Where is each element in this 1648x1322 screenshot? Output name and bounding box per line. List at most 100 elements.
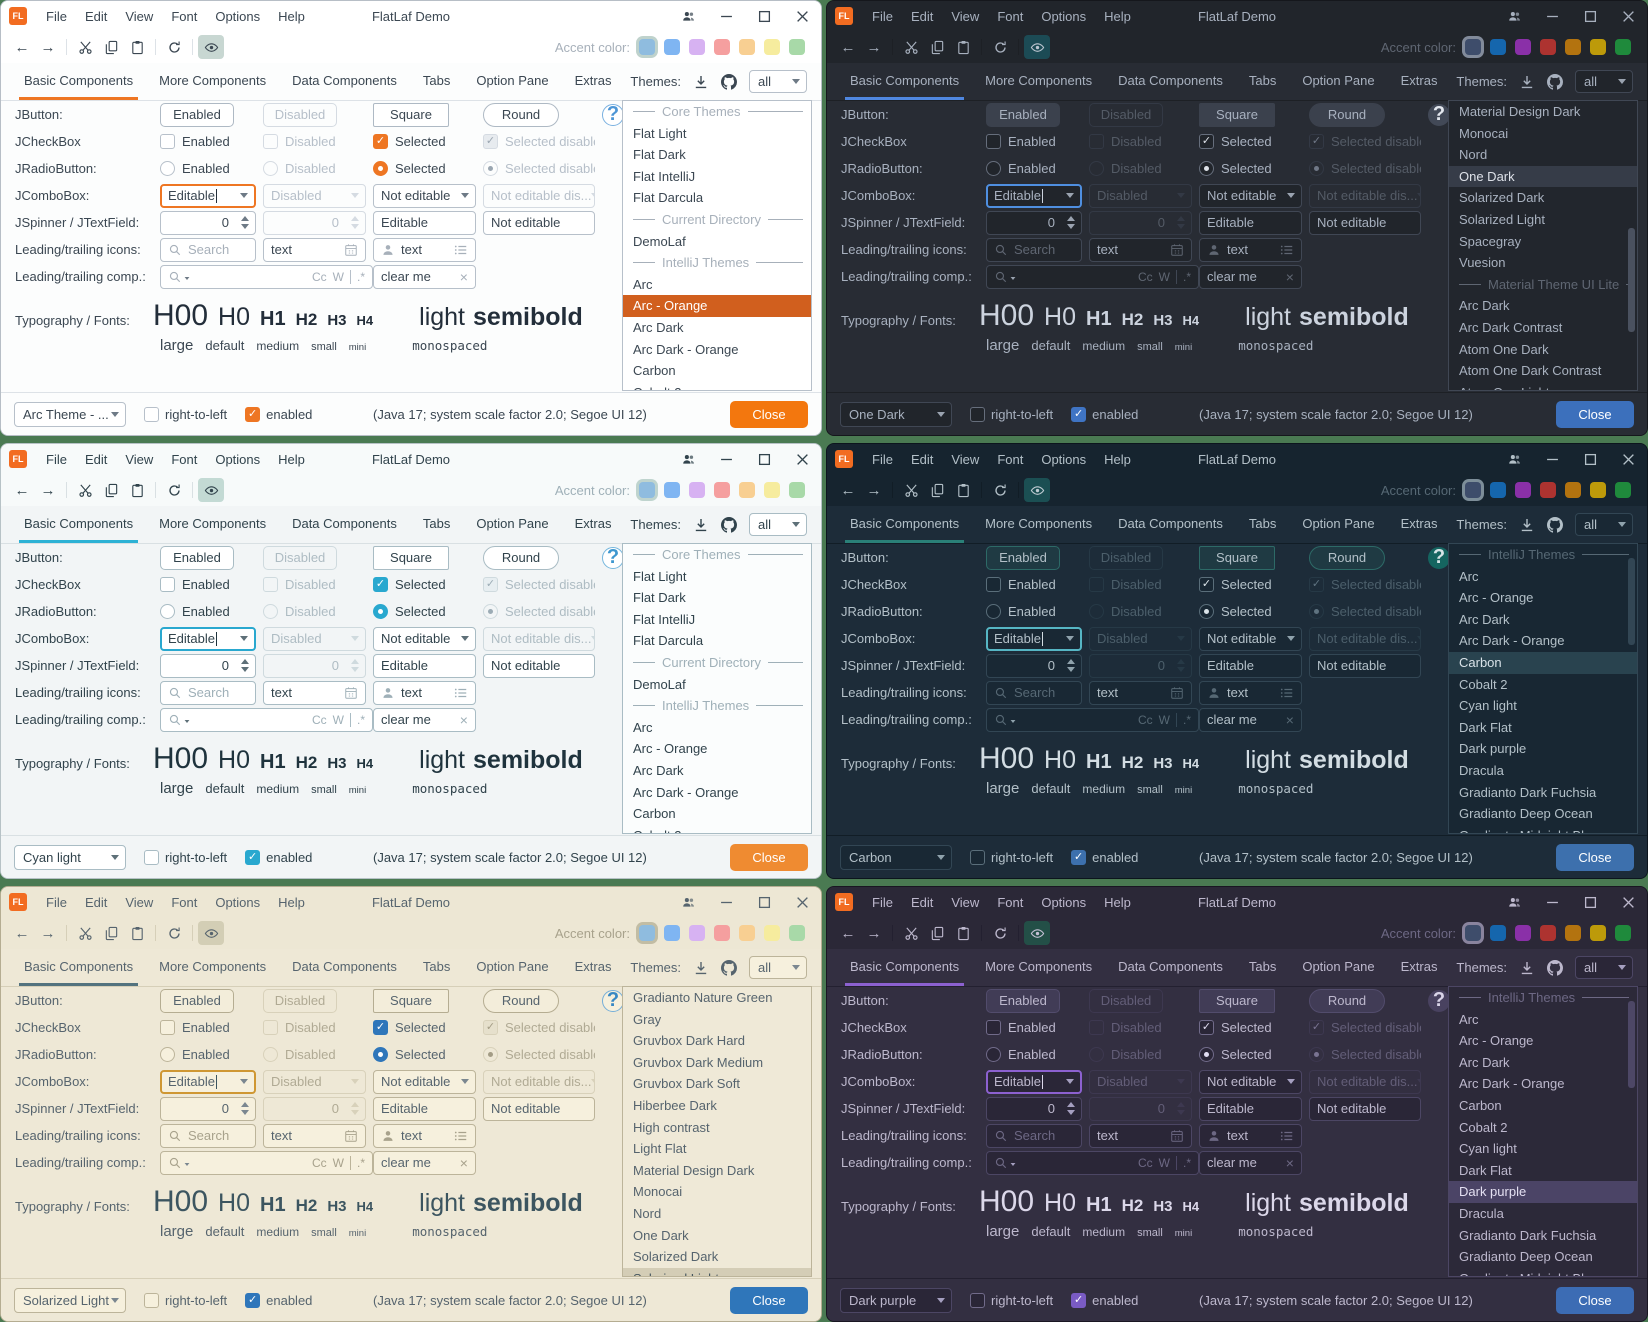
theme-item-arc-dark-orange[interactable]: Arc Dark - Orange xyxy=(1449,630,1637,652)
tab-extras[interactable]: Extras xyxy=(566,63,621,100)
accent-swatch-7[interactable] xyxy=(1615,482,1631,498)
refresh-icon[interactable] xyxy=(161,921,187,945)
theme-filter-combo[interactable]: all xyxy=(749,70,807,93)
spinner-buttons[interactable] xyxy=(1061,659,1081,672)
accent-swatch-4[interactable] xyxy=(714,925,730,941)
radio-selected[interactable]: Selected xyxy=(373,161,476,176)
close-button[interactable]: Close xyxy=(730,844,808,871)
date-field[interactable]: text xyxy=(1089,238,1192,262)
theme-item-cobalt-2[interactable]: Cobalt 2 xyxy=(1449,1117,1637,1139)
theme-item-gradianto-nature-green[interactable]: Gradianto Nature Green xyxy=(623,987,811,1009)
tab-tabs[interactable]: Tabs xyxy=(414,949,459,986)
help-button[interactable]: ? xyxy=(602,990,624,1012)
accent-swatch-2[interactable] xyxy=(1490,925,1506,941)
search-with-options-field[interactable]: CcW.* xyxy=(160,1151,373,1175)
theme-item-material-design-dark[interactable]: Material Design Dark xyxy=(1449,101,1637,123)
spinner-buttons[interactable] xyxy=(235,1102,255,1115)
minimize-icon[interactable] xyxy=(1533,1,1571,31)
accent-swatch-1[interactable] xyxy=(639,925,655,941)
tab-more-components[interactable]: More Components xyxy=(976,506,1101,543)
whole-word-button[interactable]: W xyxy=(1159,713,1170,727)
menu-font[interactable]: Font xyxy=(988,9,1032,24)
theme-item-solarized-light[interactable]: Solarized Light xyxy=(623,1268,811,1277)
spinner[interactable]: 0 xyxy=(986,1097,1082,1121)
theme-item-dracula[interactable]: Dracula xyxy=(1449,760,1637,782)
spinner-buttons[interactable] xyxy=(1061,1102,1081,1115)
checkbox-disabled[interactable]: Disabled xyxy=(1089,134,1192,149)
accent-swatch-7[interactable] xyxy=(789,925,805,941)
accent-swatch-2[interactable] xyxy=(664,39,680,55)
close-icon[interactable] xyxy=(1609,887,1647,917)
menu-options[interactable]: Options xyxy=(206,9,269,24)
accent-swatch-4[interactable] xyxy=(1540,39,1556,55)
list-icon[interactable] xyxy=(1280,686,1294,700)
enabled-button[interactable]: Enabled xyxy=(986,103,1060,127)
theme-item-atom-one-light[interactable]: Atom One Light xyxy=(1449,382,1637,391)
theme-selector-combo[interactable]: Arc Theme - ... xyxy=(14,402,126,427)
theme-item-high-contrast[interactable]: High contrast xyxy=(623,1117,811,1139)
accent-swatch-4[interactable] xyxy=(714,39,730,55)
tab-data-components[interactable]: Data Components xyxy=(1109,63,1232,100)
user-field[interactable]: text xyxy=(1199,238,1302,262)
tab-extras[interactable]: Extras xyxy=(566,949,621,986)
menu-options[interactable]: Options xyxy=(1032,452,1095,467)
regex-button[interactable]: .* xyxy=(357,270,365,284)
theme-item-light-flat[interactable]: Light Flat xyxy=(623,1138,811,1160)
tab-more-components[interactable]: More Components xyxy=(150,506,275,543)
maximize-icon[interactable] xyxy=(745,444,783,474)
tab-more-components[interactable]: More Components xyxy=(976,949,1101,986)
refresh-icon[interactable] xyxy=(987,35,1013,59)
back-button[interactable]: ← xyxy=(835,35,861,59)
accent-swatch-6[interactable] xyxy=(764,482,780,498)
tab-data-components[interactable]: Data Components xyxy=(1109,949,1232,986)
accent-swatch-7[interactable] xyxy=(789,482,805,498)
close-icon[interactable] xyxy=(783,444,821,474)
spinner-buttons[interactable] xyxy=(235,216,255,229)
square-button[interactable]: Square xyxy=(1199,989,1275,1013)
theme-item-flat-dark[interactable]: Flat Dark xyxy=(623,587,811,609)
tab-data-components[interactable]: Data Components xyxy=(1109,506,1232,543)
editable-combobox[interactable]: Editable xyxy=(160,1070,256,1094)
spinner[interactable]: 0 xyxy=(986,211,1082,235)
themes-list[interactable]: Core ThemesFlat LightFlat DarkFlat Intel… xyxy=(622,543,812,834)
themes-list[interactable]: Gradianto Nature GreenGrayGruvbox Dark H… xyxy=(622,986,812,1277)
theme-item-arc-dark-orange[interactable]: Arc Dark - Orange xyxy=(623,339,811,361)
menu-font[interactable]: Font xyxy=(988,452,1032,467)
match-case-button[interactable]: Cc xyxy=(312,713,327,727)
radio-disabled[interactable]: Disabled xyxy=(1089,161,1192,176)
github-icon[interactable] xyxy=(1547,517,1563,533)
enabled-checkbox[interactable]: ✓enabled xyxy=(245,850,312,865)
whole-word-button[interactable]: W xyxy=(1159,1156,1170,1170)
radio-selected-disabled[interactable]: Selected disabled xyxy=(483,161,595,176)
menu-edit[interactable]: Edit xyxy=(902,452,942,467)
refresh-icon[interactable] xyxy=(161,35,187,59)
theme-item-arc-orange[interactable]: Arc - Orange xyxy=(623,295,811,317)
tab-option-pane[interactable]: Option Pane xyxy=(467,63,557,100)
clearable-field[interactable]: clear me× xyxy=(373,265,476,289)
list-icon[interactable] xyxy=(1280,1129,1294,1143)
show-hidden-eye-icon[interactable] xyxy=(1024,921,1050,945)
right-to-left-checkbox[interactable]: right-to-left xyxy=(970,1293,1053,1308)
square-button[interactable]: Square xyxy=(1199,103,1275,127)
menu-view[interactable]: View xyxy=(942,895,988,910)
accent-swatch-5[interactable] xyxy=(739,39,755,55)
accent-swatch-4[interactable] xyxy=(714,482,730,498)
github-icon[interactable] xyxy=(721,74,737,90)
github-icon[interactable] xyxy=(721,517,737,533)
menu-view[interactable]: View xyxy=(116,9,162,24)
show-hidden-eye-icon[interactable] xyxy=(1024,35,1050,59)
theme-item-spacegray[interactable]: Spacegray xyxy=(1449,231,1637,253)
forward-button[interactable]: → xyxy=(861,921,887,945)
scrollbar-thumb[interactable] xyxy=(1628,1001,1635,1088)
back-button[interactable]: ← xyxy=(835,921,861,945)
enabled-checkbox[interactable]: ✓enabled xyxy=(245,407,312,422)
theme-item-gradianto-deep-ocean[interactable]: Gradianto Deep Ocean xyxy=(1449,803,1637,825)
regex-button[interactable]: .* xyxy=(1183,1156,1191,1170)
enabled-checkbox[interactable]: ✓enabled xyxy=(1071,850,1138,865)
checkbox-disabled[interactable]: Disabled xyxy=(263,134,366,149)
users-icon[interactable] xyxy=(1495,444,1533,474)
theme-item-carbon[interactable]: Carbon xyxy=(623,803,811,825)
right-to-left-checkbox[interactable]: right-to-left xyxy=(970,850,1053,865)
date-field[interactable]: text xyxy=(263,238,366,262)
tab-option-pane[interactable]: Option Pane xyxy=(1293,63,1383,100)
